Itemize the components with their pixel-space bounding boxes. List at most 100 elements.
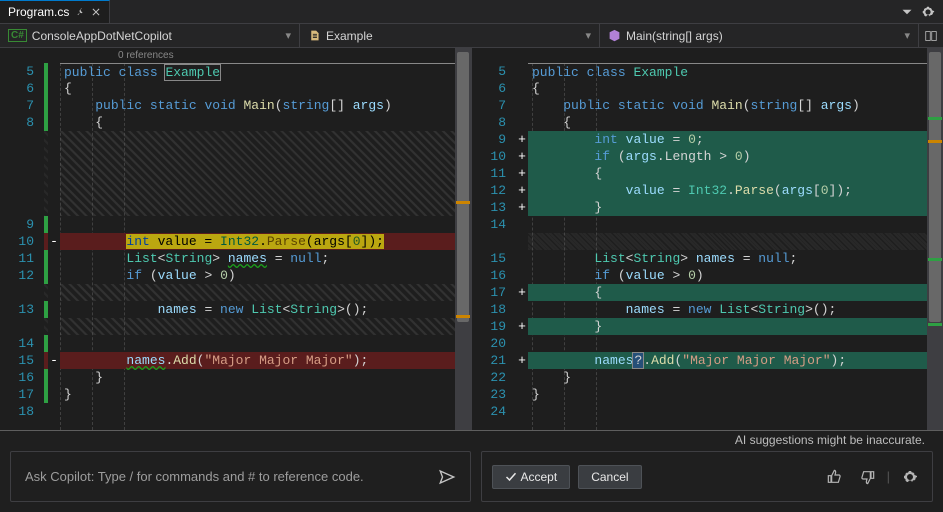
diff-marker: +	[516, 352, 528, 369]
chevron-down-icon[interactable]	[901, 6, 913, 18]
line-number: 8	[0, 114, 44, 131]
code-line[interactable]: 18 names = new List<String>();	[472, 301, 943, 318]
diff-marker: +	[516, 284, 528, 301]
code-line[interactable]: 23}	[472, 386, 943, 403]
breadcrumb-method[interactable]: Main(string[] args) ▾	[600, 24, 919, 47]
tab-program-cs[interactable]: Program.cs	[0, 0, 110, 23]
gear-icon[interactable]	[921, 5, 935, 19]
copilot-placeholder: Ask Copilot: Type / for commands and # t…	[25, 469, 364, 484]
diff-marker	[48, 301, 60, 318]
close-icon[interactable]	[91, 7, 101, 17]
line-number	[0, 284, 44, 301]
code-line[interactable]	[0, 199, 471, 216]
diff-marker: +	[516, 199, 528, 216]
code-text: int value = 0;	[528, 131, 943, 148]
code-line[interactable]: 22 }	[472, 369, 943, 386]
code-line[interactable]: 24	[472, 403, 943, 420]
code-line[interactable]	[0, 148, 471, 165]
code-line[interactable]: 11+ {	[472, 165, 943, 182]
code-line[interactable]: 8 {	[0, 114, 471, 131]
cancel-button[interactable]: Cancel	[578, 465, 641, 489]
code-line[interactable]: 14	[0, 335, 471, 352]
scrollbar-right[interactable]	[927, 48, 943, 430]
ai-warning: AI suggestions might be inaccurate.	[0, 431, 943, 451]
code-text: }	[528, 318, 943, 335]
code-line[interactable]: 6{	[0, 80, 471, 97]
line-number: 14	[472, 216, 516, 233]
breadcrumb-class[interactable]: Example ▾	[300, 24, 600, 47]
editor-left[interactable]: 0 references 5public class Example6{7 pu…	[0, 48, 472, 430]
code-line[interactable]: 10+ if (args.Length > 0)	[472, 148, 943, 165]
code-line[interactable]	[472, 233, 943, 250]
accept-button[interactable]: Accept	[492, 465, 571, 489]
code-line[interactable]: 17}	[0, 386, 471, 403]
diff-marker	[48, 318, 60, 335]
gear-icon[interactable]	[898, 465, 922, 489]
code-line[interactable]: 17+ {	[472, 284, 943, 301]
diff-marker	[48, 131, 60, 148]
diff-marker	[516, 267, 528, 284]
line-number: 10	[472, 148, 516, 165]
code-line[interactable]: 12+ value = Int32.Parse(args[0]);	[472, 182, 943, 199]
copilot-input[interactable]: Ask Copilot: Type / for commands and # t…	[10, 451, 471, 502]
diff-marker	[516, 114, 528, 131]
code-text	[528, 335, 943, 352]
code-line[interactable]: 15 List<String> names = null;	[472, 250, 943, 267]
breadcrumb-method-label: Main(string[] args)	[626, 29, 723, 43]
code-line[interactable]: 16 if (value > 0)	[472, 267, 943, 284]
code-line[interactable]	[0, 182, 471, 199]
codelens-references[interactable]: 0 references	[0, 48, 471, 63]
send-icon[interactable]	[438, 468, 456, 486]
thumbs-down-icon[interactable]	[855, 465, 879, 489]
code-line[interactable]: 13 names = new List<String>();	[0, 301, 471, 318]
breadcrumb-bar: C# ConsoleAppDotNetCopilot ▾ Example ▾ M…	[0, 24, 943, 48]
code-line[interactable]: 15- names.Add("Major Major Major");	[0, 352, 471, 369]
editor-right[interactable]: 5public class Example6{7 public static v…	[472, 48, 943, 430]
diff-marker	[48, 250, 60, 267]
code-line[interactable]: 9	[0, 216, 471, 233]
code-line[interactable]: 14	[472, 216, 943, 233]
line-number: 16	[0, 369, 44, 386]
line-number: 24	[472, 403, 516, 420]
tab-bar: Program.cs	[0, 0, 943, 24]
diff-marker: +	[516, 182, 528, 199]
diff-marker: +	[516, 165, 528, 182]
code-line[interactable]: 16 }	[0, 369, 471, 386]
code-line[interactable]: 18	[0, 403, 471, 420]
code-line[interactable]: 11 List<String> names = null;	[0, 250, 471, 267]
code-text	[528, 233, 943, 250]
line-number: 14	[0, 335, 44, 352]
code-line[interactable]: 19+ }	[472, 318, 943, 335]
code-line[interactable]	[0, 284, 471, 301]
code-text	[60, 165, 471, 182]
split-icon[interactable]	[925, 30, 937, 42]
code-line[interactable]: 5public class Example	[0, 63, 471, 80]
scrollbar-left[interactable]	[455, 48, 471, 430]
line-number	[0, 182, 44, 199]
pin-icon[interactable]	[75, 7, 85, 17]
code-text	[60, 318, 471, 335]
code-line[interactable]: 5public class Example	[472, 63, 943, 80]
code-line[interactable]: 13+ }	[472, 199, 943, 216]
code-line[interactable]: 10- int value = Int32.Parse(args[0]);	[0, 233, 471, 250]
breadcrumb-namespace[interactable]: C# ConsoleAppDotNetCopilot ▾	[0, 24, 300, 47]
line-number: 18	[0, 403, 44, 420]
code-line[interactable]: 9+ int value = 0;	[472, 131, 943, 148]
code-line[interactable]	[0, 165, 471, 182]
line-number: 9	[472, 131, 516, 148]
code-line[interactable]	[0, 318, 471, 335]
code-line[interactable]: 6{	[472, 80, 943, 97]
code-line[interactable]: 8 {	[472, 114, 943, 131]
code-line[interactable]	[0, 131, 471, 148]
code-line[interactable]: 21+ names?.Add("Major Major Major");	[472, 352, 943, 369]
copilot-actions: Accept Cancel |	[481, 451, 934, 502]
code-text	[60, 148, 471, 165]
diff-marker: +	[516, 318, 528, 335]
code-text: {	[528, 80, 943, 97]
thumbs-up-icon[interactable]	[823, 465, 847, 489]
code-line[interactable]: 7 public static void Main(string[] args)	[0, 97, 471, 114]
line-number: 21	[472, 352, 516, 369]
code-line[interactable]: 12 if (value > 0)	[0, 267, 471, 284]
code-line[interactable]: 7 public static void Main(string[] args)	[472, 97, 943, 114]
code-line[interactable]: 20	[472, 335, 943, 352]
